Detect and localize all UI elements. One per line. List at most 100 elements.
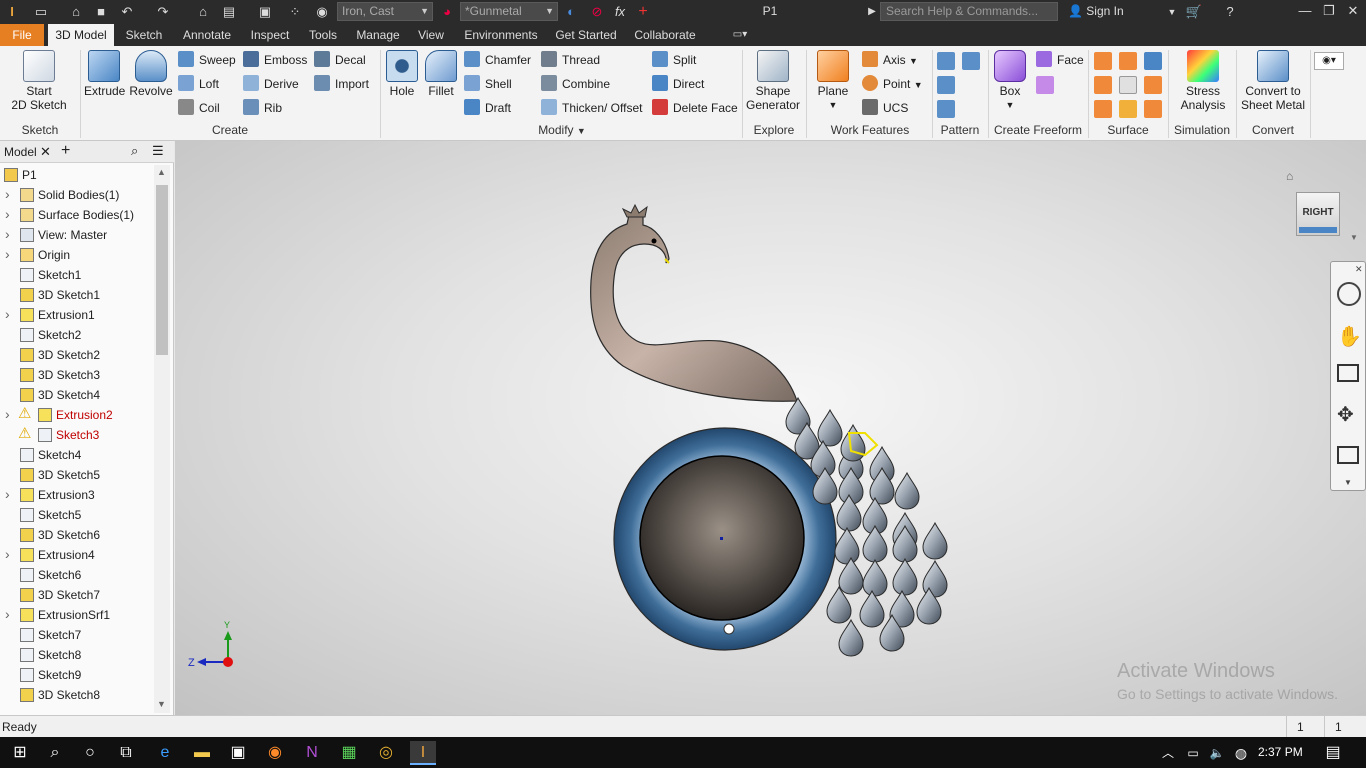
redo-icon[interactable]: ↷ (152, 3, 174, 21)
surface-sculpt-icon[interactable] (1144, 52, 1162, 70)
expand-chevron-icon[interactable]: › (5, 224, 10, 244)
browser-item[interactable]: Sketch9 (0, 665, 154, 685)
search-icon[interactable]: ⌕ (131, 143, 138, 159)
browser-item[interactable]: › Extrusion4 (0, 545, 154, 565)
update-icon[interactable]: ▣ (256, 3, 274, 21)
zoom-icon[interactable] (1337, 364, 1359, 382)
viewcube[interactable]: RIGHT (1296, 192, 1340, 236)
volume-icon[interactable]: 🔈 (1204, 741, 1230, 765)
surface-patch-icon[interactable] (1119, 52, 1137, 70)
ribbon-options-dropdown[interactable]: ◉▾ (1314, 52, 1344, 70)
material-globe-icon[interactable]: ◉ (313, 3, 331, 21)
appearance-dropdown[interactable]: *Gunmetal ▼ (460, 2, 558, 21)
delete-face-button[interactable]: Delete Face (652, 98, 738, 118)
menu-icon[interactable]: ☰ (152, 143, 164, 159)
add-icon[interactable]: + (634, 3, 652, 21)
thicken-offset-button[interactable]: Thicken/ Offset (541, 98, 642, 118)
derive-button[interactable]: Derive (243, 74, 299, 94)
browser-item[interactable]: Sketch6 (0, 565, 154, 585)
browser-item[interactable]: 3D Sketch6 (0, 525, 154, 545)
rib-button[interactable]: Rib (243, 98, 282, 118)
cart-icon[interactable]: 🛒 (1184, 3, 1204, 21)
tab-file[interactable]: File (0, 24, 44, 46)
loft-button[interactable]: Loft (178, 74, 219, 94)
browser-item[interactable]: › Extrusion1 (0, 305, 154, 325)
fillet-button[interactable]: Fillet (422, 50, 460, 98)
browser-item[interactable]: › ExtrusionSrf1 (0, 605, 154, 625)
browser-item[interactable]: 3D Sketch8 (0, 685, 154, 705)
emboss-button[interactable]: Emboss (243, 50, 307, 70)
app-logo-icon[interactable]: I (4, 3, 20, 21)
inventor-taskbar-icon[interactable]: I (410, 741, 436, 765)
appearance-icon[interactable]: ◕ (438, 3, 456, 21)
start-2d-sketch-button[interactable]: Start 2D Sketch (6, 50, 72, 112)
browser-item[interactable]: › Origin (0, 245, 154, 265)
tab-inspect[interactable]: Inspect (244, 24, 296, 46)
browser-item[interactable]: 3D Sketch3 (0, 365, 154, 385)
browser-scrollbar[interactable]: ▲ ▼ (154, 165, 170, 713)
home-icon[interactable]: ⌂ (194, 3, 212, 21)
feather-drop[interactable] (892, 557, 918, 596)
chrome-icon[interactable]: ◎ (373, 741, 399, 765)
expand-chevron-icon[interactable]: › (5, 244, 10, 264)
windows-start-icon[interactable]: ⊞ (7, 741, 33, 765)
network-icon[interactable]: ◍ (1228, 741, 1254, 765)
show-hidden-icons[interactable]: ︿ (1155, 741, 1181, 765)
tab-3d-model[interactable]: 3D Model (48, 24, 114, 46)
chamfer-button[interactable]: Chamfer (464, 50, 531, 70)
stress-analysis-button[interactable]: Stress Analysis (1172, 50, 1234, 112)
minimize-icon[interactable]: — (1292, 3, 1318, 18)
pan-icon[interactable]: ✋ (1337, 324, 1362, 349)
freeform-box-button[interactable]: Box ▼ (992, 50, 1028, 112)
notifications-icon[interactable]: ▤ (1320, 741, 1346, 765)
nav-menu-icon[interactable]: ▼ (1344, 478, 1352, 487)
winrar-icon[interactable]: ▦ (336, 741, 362, 765)
browser-item[interactable]: Sketch5 (0, 505, 154, 525)
expand-chevron-icon[interactable]: › (5, 304, 10, 324)
browser-item[interactable]: ⚠ Sketch3 (0, 425, 154, 445)
add-tab-icon[interactable]: + (61, 142, 70, 160)
expand-chevron-icon[interactable]: › (5, 484, 10, 504)
freeform-face-button[interactable]: Face (1036, 50, 1084, 70)
expand-chevron-icon[interactable]: › (5, 404, 10, 424)
expand-chevron-icon[interactable]: › (5, 604, 10, 624)
open-icon[interactable]: ⌂ (66, 3, 86, 21)
thread-button[interactable]: Thread (541, 50, 600, 70)
close-icon[interactable]: ✕ (40, 144, 51, 160)
feather-drop[interactable] (862, 558, 888, 597)
plane-button[interactable]: Plane ▼ (812, 50, 854, 112)
surface-replace-icon[interactable] (1119, 100, 1137, 118)
task-view-icon[interactable]: ⧉ (113, 741, 139, 765)
browser-item[interactable]: Sketch4 (0, 445, 154, 465)
tab-get-started[interactable]: Get Started (552, 24, 620, 46)
cortana-icon[interactable]: ○ (77, 741, 103, 765)
ucs-button[interactable]: UCS (862, 98, 908, 118)
feather-drop[interactable] (922, 521, 948, 560)
browser-item[interactable]: 3D Sketch5 (0, 465, 154, 485)
circular-pattern-icon[interactable] (937, 76, 955, 94)
sketch-pattern-icon[interactable] (937, 100, 955, 118)
browser-item[interactable]: Sketch8 (0, 645, 154, 665)
browser-item[interactable]: 3D Sketch2 (0, 345, 154, 365)
expand-icon[interactable]: ▶ (866, 3, 878, 21)
sweep-button[interactable]: Sweep (178, 50, 236, 70)
axis-button[interactable]: Axis ▼ (862, 50, 918, 70)
clock[interactable]: 2:37 PM (1258, 745, 1303, 759)
tab-view[interactable]: View (412, 24, 450, 46)
surface-repair-icon[interactable] (1144, 100, 1162, 118)
surface-trim-icon[interactable] (1094, 76, 1112, 94)
tab-environments[interactable]: Environments (458, 24, 544, 46)
browser-item[interactable]: 3D Sketch7 (0, 585, 154, 605)
edge-icon[interactable]: e (152, 741, 178, 765)
sign-in-button[interactable]: 👤 Sign In (1068, 4, 1124, 18)
surface-ruled-icon[interactable] (1094, 100, 1112, 118)
return-icon[interactable]: ▤ (220, 3, 238, 21)
surface-stitch-icon[interactable] (1094, 52, 1112, 70)
save-icon[interactable]: ■ (92, 3, 110, 21)
coil-button[interactable]: Coil (178, 98, 220, 118)
shape-generator-button[interactable]: Shape Generator (744, 50, 802, 112)
hole-button[interactable]: Hole (384, 50, 420, 98)
undo-icon[interactable]: ↶ (116, 3, 138, 21)
browser-item[interactable]: P1 (0, 165, 154, 185)
browser-item[interactable]: › ⚠ Extrusion2 (0, 405, 154, 425)
